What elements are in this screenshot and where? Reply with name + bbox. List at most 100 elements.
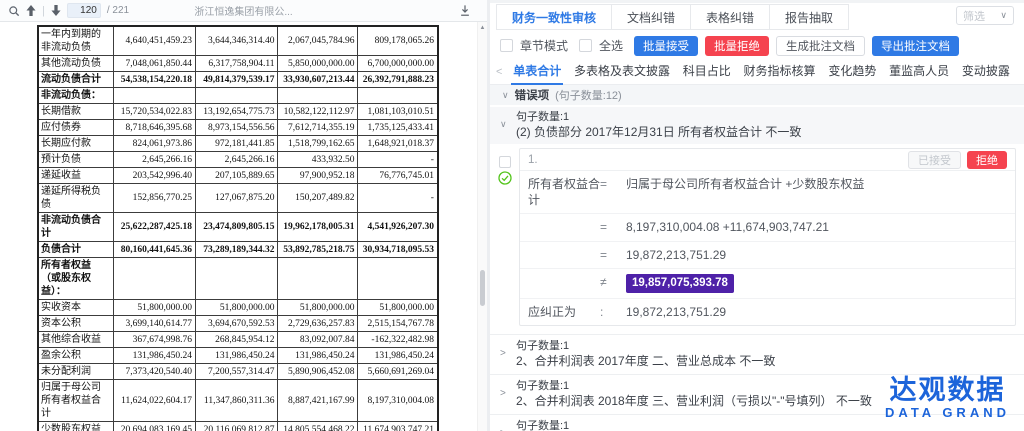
row-label: 其他综合收益 <box>38 332 113 348</box>
sub-tab-5[interactable]: 变化趋势 <box>826 58 878 85</box>
cell-value: 54,538,154,220.18 <box>113 72 195 88</box>
reject-button[interactable]: 拒绝 <box>967 151 1007 169</box>
cell-value: 51,800,000.00 <box>278 300 358 316</box>
row-label: 非流动负债合计 <box>38 213 113 242</box>
cell-value: 7,612,714,355.19 <box>278 120 358 136</box>
chevron-down-icon: ∨ <box>502 90 509 101</box>
cell-value: 4,541,926,207.30 <box>358 213 438 242</box>
cell-value: 5,890,906,452.08 <box>278 364 358 380</box>
cell-value: 5,660,691,269.04 <box>358 364 438 380</box>
row-label: 实收资本 <box>38 300 113 316</box>
row-label: 负债合计 <box>38 242 113 258</box>
cell-value: 33,930,607,213.44 <box>278 72 358 88</box>
formula-row: =8,197,310,004.08 +11,674,903,747.21 <box>520 214 1015 241</box>
formula-term: 应纠正为 <box>528 304 600 320</box>
sub-tab-4[interactable]: 财务指标核算 <box>742 58 818 85</box>
cell-value <box>358 88 438 104</box>
group-sentence-count: 句子数量:1 <box>516 110 1012 124</box>
row-label: 所有者权益（或股东权益）： <box>38 258 113 300</box>
card-header: 1. 已接受 拒绝 <box>520 149 1015 171</box>
generate-annotated-doc-button[interactable]: 生成批注文档 <box>776 36 865 56</box>
export-annotated-doc-button[interactable]: 导出批注文档 <box>872 36 959 56</box>
filter-dropdown[interactable]: 筛选 ∨ <box>956 6 1014 25</box>
cell-value: 7,048,061,850.44 <box>113 56 195 72</box>
cell-value: -162,322,482.98 <box>358 332 438 348</box>
formula-row: 应纠正为:19,872,213,751.29 <box>520 299 1015 325</box>
row-label: 归属于母公司所有者权益合计 <box>38 380 113 422</box>
sub-tab-1[interactable]: 单表合计 <box>511 58 563 85</box>
group-description: 2、合并利润表 2018年度 三、营业利润（亏损以"-"号填列） 不一致 <box>516 393 1012 409</box>
cell-value: 131,986,450.24 <box>195 348 277 364</box>
error-group-collapsed[interactable]: >句子数量:12、合并利润表 2017年度 二、营业总成本 不一致 <box>490 334 1024 374</box>
page-total-label: / 221 <box>107 5 129 16</box>
row-label: 预计负债 <box>38 152 113 168</box>
toolbar-separator: | <box>42 5 45 17</box>
formula-expression: 8,197,310,004.08 +11,674,903,747.21 <box>626 219 1007 235</box>
sub-tab-3[interactable]: 科目占比 <box>681 58 733 85</box>
table-row: 少数股东权益20,694,083,169.4520,116,069,812.87… <box>38 422 438 431</box>
top-tab-1[interactable]: 财务一致性审核 <box>496 4 612 30</box>
cell-value: 76,776,745.01 <box>358 168 438 184</box>
batch-reject-button[interactable]: 批量拒绝 <box>705 36 769 56</box>
cell-value: 6,700,000,000.00 <box>358 56 438 72</box>
formula-term <box>528 247 600 263</box>
cell-value: 4,640,451,459.23 <box>113 26 195 56</box>
error-group-collapsed[interactable]: >句子数量:12、合并利润表 2018年度 三、营业利润（亏损以"-"号填列） … <box>490 374 1024 414</box>
cell-value: 131,986,450.24 <box>278 348 358 364</box>
cell-value <box>278 258 358 300</box>
sub-tab-6[interactable]: 董监高人员 <box>887 58 951 85</box>
prev-page-icon[interactable] <box>26 5 36 16</box>
magnifier-icon[interactable] <box>8 5 20 17</box>
page-number-input[interactable] <box>67 3 101 18</box>
cell-value: 49,814,379,539.17 <box>195 72 277 88</box>
batch-accept-button[interactable]: 批量接受 <box>634 36 698 56</box>
scroll-up-icon[interactable]: ▲ <box>478 22 487 31</box>
error-item-checkbox[interactable] <box>499 156 511 168</box>
sub-tab-7[interactable]: 变动披露 <box>960 58 1012 85</box>
cell-value: 73,289,189,344.32 <box>195 242 277 258</box>
cell-value <box>195 88 277 104</box>
cell-value: 1,648,921,018.37 <box>358 136 438 152</box>
error-group-expanded[interactable]: ∨ 句子数量:1 (2) 负债部分 2017年12月31日 所有者权益合计 不一… <box>490 107 1024 144</box>
top-tab-2[interactable]: 文档纠错 <box>612 4 691 30</box>
detail-gutter <box>496 148 514 326</box>
formula-expression: 19,872,213,751.29 <box>626 304 1007 320</box>
table-row: 归属于母公司所有者权益合计11,624,022,604.1711,347,860… <box>38 380 438 422</box>
download-icon[interactable] <box>459 4 471 22</box>
error-section-count: (句子数量:12) <box>555 87 622 103</box>
cell-value: 1,735,125,433.41 <box>358 120 438 136</box>
cell-value <box>278 88 358 104</box>
action-bar: 章节模式 全选 批量接受 批量拒绝 生成批注文档 导出批注文档 <box>490 32 1024 59</box>
error-section-header[interactable]: ∨ 错误项 (句子数量:12) <box>490 85 1024 105</box>
cell-value: 11,624,022,604.17 <box>113 380 195 422</box>
document-scrollbar[interactable]: ▲ <box>477 22 487 431</box>
cell-value: 51,800,000.00 <box>195 300 277 316</box>
cell-value: 51,800,000.00 <box>358 300 438 316</box>
next-page-icon[interactable] <box>51 5 61 16</box>
row-label: 应付债券 <box>38 120 113 136</box>
table-row: 预计负债2,645,266.162,645,266.16433,932.50- <box>38 152 438 168</box>
formula-expression: 归属于母公司所有者权益合计 +少数股东权益 <box>626 176 1007 208</box>
cell-value: 2,729,636,257.83 <box>278 316 358 332</box>
row-label: 资本公积 <box>38 316 113 332</box>
row-label: 少数股东权益 <box>38 422 113 431</box>
cell-value: - <box>358 184 438 213</box>
table-row: 长期应付款824,061,973.86972,181,441.851,518,7… <box>38 136 438 152</box>
formula-operator: = <box>600 176 626 208</box>
cell-value: 26,392,791,888.23 <box>358 72 438 88</box>
chapter-mode-checkbox[interactable] <box>500 39 513 52</box>
cell-value: 20,694,083,169.45 <box>113 422 195 431</box>
sub-tab-2[interactable]: 多表格及表文披露 <box>572 58 672 85</box>
cell-value: 11,674,903,747.21 <box>358 422 438 431</box>
top-tab-4[interactable]: 报告抽取 <box>770 4 849 30</box>
scrollbar-thumb[interactable] <box>480 270 485 306</box>
table-row: 长期借款15,720,534,022.8313,192,654,775.7310… <box>38 104 438 120</box>
tabs-scroll-left-icon[interactable]: < <box>496 66 502 78</box>
top-tab-3[interactable]: 表格纠错 <box>691 4 770 30</box>
formula-term: 所有者权益合计 <box>528 176 600 208</box>
select-all-checkbox[interactable] <box>579 39 592 52</box>
accepted-button[interactable]: 已接受 <box>908 151 961 169</box>
cell-value: 2,645,266.16 <box>113 152 195 168</box>
table-row: 所有者权益（或股东权益）： <box>38 258 438 300</box>
error-group-collapsed[interactable]: >句子数量:12、合并利润表 2019年度 三、营业利润（亏损以"-"号填列） … <box>490 414 1024 431</box>
